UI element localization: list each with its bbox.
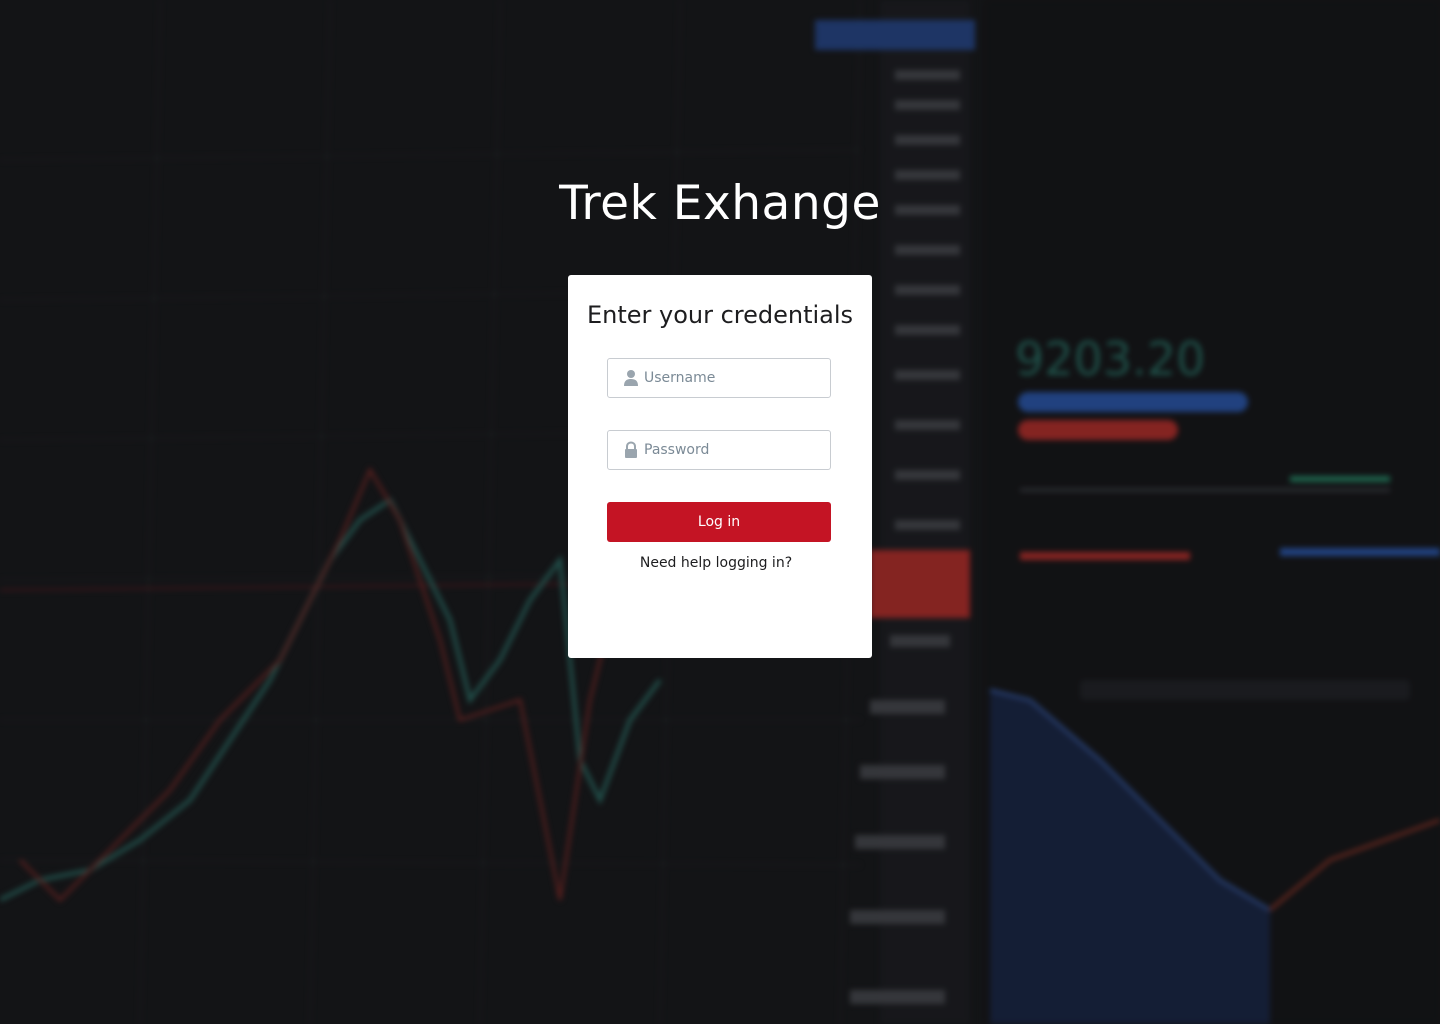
login-button[interactable]: Log in bbox=[607, 502, 831, 542]
login-heading: Enter your credentials bbox=[586, 301, 854, 329]
password-input[interactable] bbox=[644, 431, 824, 469]
lock-icon bbox=[622, 441, 640, 459]
help-login-link[interactable]: Need help logging in? bbox=[568, 555, 864, 571]
username-field[interactable] bbox=[607, 358, 831, 398]
password-field[interactable] bbox=[607, 430, 831, 470]
login-card: Enter your credentials Log in Need help … bbox=[568, 275, 872, 658]
user-icon bbox=[622, 369, 640, 387]
app-title: Trek Exhange bbox=[559, 176, 881, 231]
username-input[interactable] bbox=[644, 359, 824, 397]
